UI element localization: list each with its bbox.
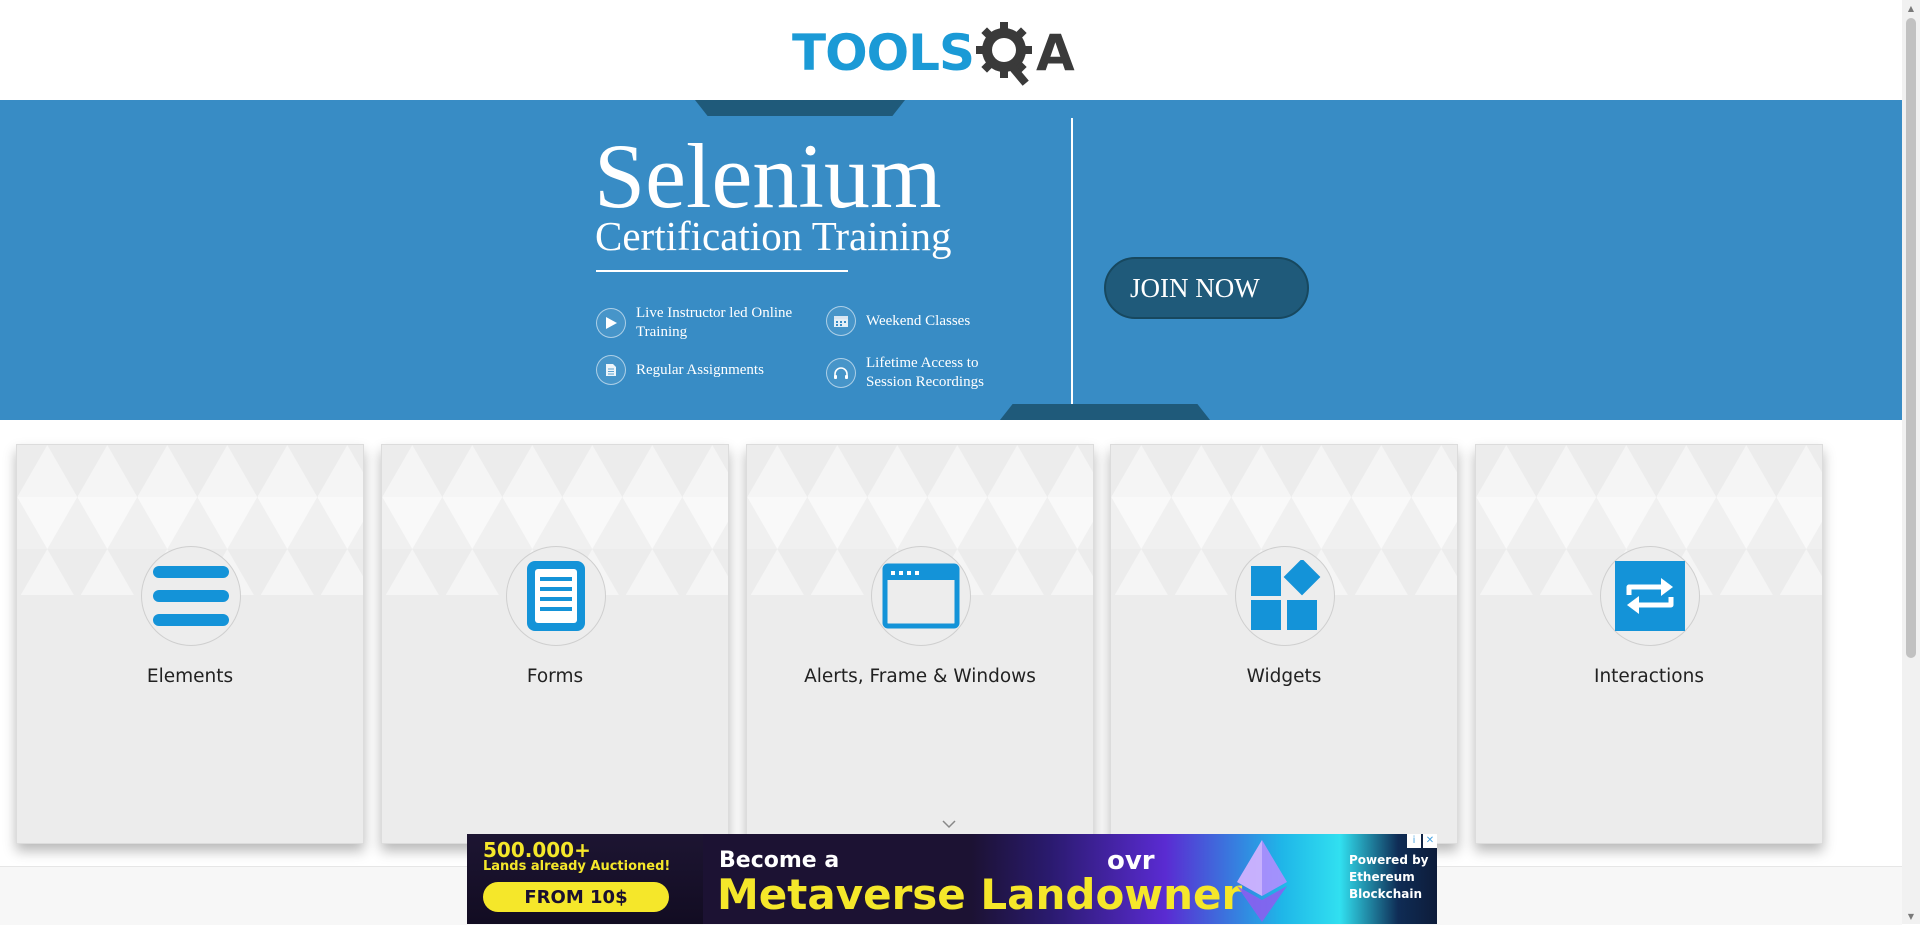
feature-text: Live Instructor led Online Training <box>636 305 793 340</box>
vertical-scrollbar[interactable]: ▲ ▼ <box>1902 0 1920 924</box>
ad-choices[interactable]: i ✕ <box>1407 834 1437 848</box>
card-label: Elements <box>146 666 234 687</box>
play-icon <box>596 308 626 338</box>
feature-text: Weekend Classes <box>866 312 971 329</box>
banner-title: Selenium <box>594 125 942 227</box>
ad-close-icon[interactable]: ✕ <box>1423 834 1437 848</box>
calendar-icon <box>826 306 856 336</box>
toolsqa-logo[interactable]: TOOLS A <box>792 16 1114 90</box>
feature-weekend-classes: Weekend Classes <box>826 306 1026 336</box>
scroll-up-arrow-icon[interactable]: ▲ <box>1902 0 1920 16</box>
card-label: Forms <box>526 666 584 687</box>
ad-brand-logo: ovr <box>1107 846 1155 876</box>
banner-decor-stripe-bottom <box>1000 404 1210 420</box>
ethereum-logo-icon <box>1237 840 1287 922</box>
hamburger-icon <box>153 566 229 626</box>
feature-live-training: Live Instructor led Online Training <box>596 304 796 342</box>
card-label: Alerts, Frame & Windows <box>804 666 1036 687</box>
join-now-button[interactable]: JOIN NOW <box>1104 257 1309 319</box>
banner-divider <box>1071 118 1073 404</box>
ad-powered-by: Powered by Ethereum Blockchain <box>1349 853 1429 901</box>
ad-stat: 500.000+ <box>483 838 591 862</box>
feature-assignments: Regular Assignments <box>596 355 796 385</box>
logo-wordmark: TOOLS <box>792 28 975 78</box>
selenium-training-banner[interactable]: Selenium Certification Training Live Ins… <box>0 100 1902 420</box>
ad-stat-caption: Lands already Auctioned! <box>483 859 671 874</box>
card-icon-circle <box>871 546 971 646</box>
feature-text: Lifetime Access to Session Recordings <box>866 355 984 390</box>
ad-headline-big: Metaverse Landowner <box>717 870 1243 919</box>
ad-info-icon[interactable]: i <box>1407 834 1421 848</box>
feature-lifetime-access: Lifetime Access to Session Recordings <box>826 354 1026 392</box>
logo-qa-text: A <box>1036 24 1075 82</box>
card-elements[interactable]: Elements <box>16 444 364 844</box>
banner-underline <box>596 270 848 272</box>
card-icon-circle <box>506 546 606 646</box>
logo-tools-text: TOOLS <box>792 24 975 82</box>
banner-decor-stripe-top <box>695 100 905 116</box>
feature-text: Regular Assignments <box>636 361 764 378</box>
card-label: Interactions <box>1593 666 1704 687</box>
ad-left-panel: 500.000+ Lands already Auctioned! FROM 1… <box>467 834 703 924</box>
widgets-icon <box>1251 560 1321 630</box>
ad-cta-button[interactable]: FROM 10$ <box>483 882 669 912</box>
browser-window-icon <box>882 563 960 629</box>
document-icon <box>596 355 626 385</box>
scrollbar-thumb[interactable] <box>1906 18 1916 658</box>
scroll-down-arrow-icon[interactable]: ▼ <box>1902 908 1920 924</box>
card-widgets[interactable]: Widgets <box>1110 444 1458 844</box>
card-alerts-frame-windows[interactable]: Alerts, Frame & Windows <box>746 444 1094 844</box>
site-header: TOOLS A <box>0 0 1902 100</box>
form-document-icon <box>527 561 585 631</box>
card-interactions[interactable]: Interactions <box>1475 444 1823 844</box>
card-label: Widgets <box>1246 666 1322 687</box>
card-icon-circle <box>1235 546 1335 646</box>
gear-magnifier-icon <box>976 22 1032 86</box>
banner-subtitle: Certification Training <box>595 213 952 259</box>
advertisement-banner[interactable]: 500.000+ Lands already Auctioned! FROM 1… <box>467 834 1437 924</box>
card-icon-circle <box>141 546 241 646</box>
card-forms[interactable]: Forms <box>381 444 729 844</box>
card-icon-circle <box>1600 546 1700 646</box>
headphones-icon <box>826 358 856 388</box>
swap-arrows-icon <box>1615 561 1685 631</box>
chevron-down-icon[interactable] <box>940 818 958 830</box>
